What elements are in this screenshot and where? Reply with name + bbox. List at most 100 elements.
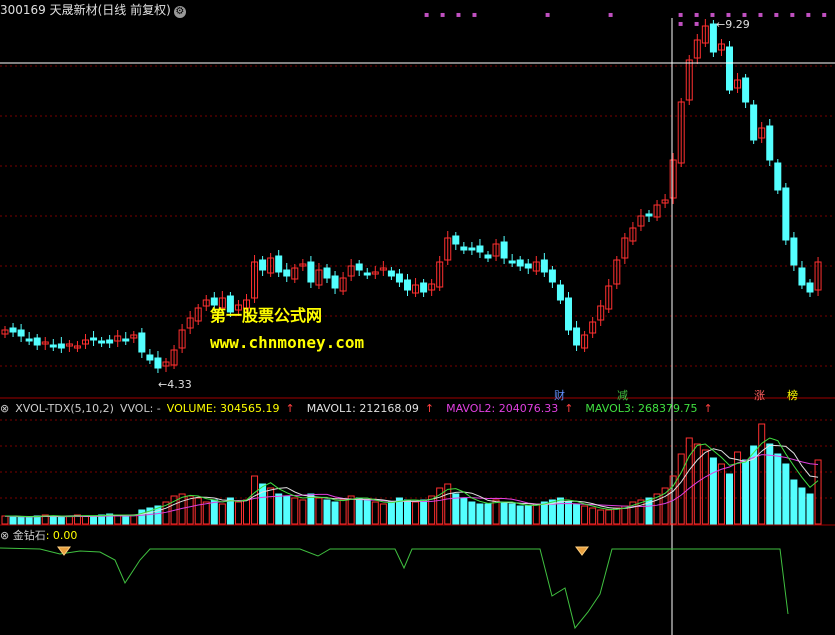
candlestick [9, 327, 17, 333]
mavol2-value: MAVOL2: 204076.33 ↑ [446, 402, 574, 415]
volume-bar [259, 483, 267, 525]
candlestick [774, 162, 782, 191]
volume-bar [782, 463, 790, 525]
candlestick [106, 339, 114, 344]
event-dots-4: ▪ ▪ ▪ ▪ ▪ ▪ ▪ ▪ ▪ ▪ ▪ ▪ [678, 10, 832, 28]
volume-bar [307, 493, 315, 525]
volume-bar [774, 453, 782, 525]
volume-bar [532, 503, 540, 525]
volume-bar [218, 503, 226, 525]
close-icon[interactable]: ⊗ [0, 402, 9, 415]
volume-bar [460, 497, 468, 525]
candlestick [508, 260, 516, 264]
candlestick [766, 125, 774, 161]
volume-bar [484, 503, 492, 525]
indicator-name[interactable]: XVOL-TDX(5,10,2) [15, 402, 114, 415]
volume-bar [387, 501, 395, 525]
candlestick [782, 187, 790, 241]
candlestick [468, 247, 476, 251]
volume-bar [315, 497, 323, 525]
candlestick [790, 237, 798, 266]
volume-bar [468, 501, 476, 525]
volume-bar [726, 473, 733, 525]
volume-bar [25, 516, 33, 525]
volume-bar [500, 501, 508, 525]
candlestick [798, 267, 806, 286]
event-reduce-label[interactable]: 减 [616, 387, 629, 403]
event-dots-2: ▪ [545, 10, 555, 19]
volume-bar [806, 493, 814, 525]
candlestick [645, 213, 653, 217]
mavol1-value: MAVOL1: 212168.09 ↑ [306, 402, 435, 415]
volume-bar [283, 495, 291, 525]
volume-bar [492, 499, 500, 525]
mavol1-line [5, 444, 819, 518]
candlestick [742, 77, 750, 103]
volume-bar [766, 443, 774, 525]
candlestick [420, 282, 428, 293]
event-dots-1: ▪ ▪ ▪ ▪ [424, 10, 482, 19]
candlestick [404, 279, 411, 291]
volume-bar [275, 493, 283, 525]
event-finance-label[interactable]: 财 [553, 387, 566, 403]
volume-bar [758, 423, 766, 525]
volume-bar [516, 505, 524, 525]
volume-bar [323, 499, 331, 525]
volume-bar [790, 479, 798, 525]
volume-bar [701, 449, 709, 525]
jzs-value: : 0.00 [45, 529, 78, 542]
candlestick [122, 338, 130, 342]
candlestick [565, 297, 572, 331]
candlestick [395, 273, 403, 283]
event-list-label[interactable]: 榜 [786, 387, 799, 403]
candlestick [275, 255, 283, 273]
volume-value: VOLUME: 304565.19 ↑ [166, 402, 295, 415]
candlestick [556, 284, 564, 301]
event-dots-3: ▪ [608, 10, 618, 19]
volume-bar [65, 515, 73, 525]
candlestick [540, 259, 548, 273]
volume-bar [605, 509, 613, 525]
volume-bar [476, 503, 484, 525]
mavol3-line [5, 437, 819, 518]
volume-bar [90, 515, 98, 525]
candlestick [500, 241, 508, 259]
volume-bar [355, 497, 363, 525]
candlestick [323, 267, 331, 279]
volume-bar [291, 497, 299, 525]
candlestick [750, 104, 758, 141]
candlestick [806, 282, 814, 293]
volume-bar [717, 463, 725, 525]
candlestick [25, 338, 33, 342]
stock-title-bar: 300169 天晟新材(日线 前复权) ⚙ [0, 1, 186, 18]
candlestick [307, 261, 315, 283]
candlestick [516, 259, 524, 267]
volume-bar [444, 483, 452, 525]
close-icon[interactable]: ⊗ [0, 529, 9, 542]
candlestick [331, 275, 339, 289]
jzs-name[interactable]: 金钻石 [13, 529, 46, 542]
chart-canvas[interactable] [0, 0, 835, 635]
volume-bar [589, 507, 597, 525]
candlestick [476, 245, 484, 253]
volume-bar [814, 459, 822, 525]
candlestick [573, 327, 581, 346]
candlestick [726, 46, 733, 91]
volume-bar [371, 501, 379, 525]
volume-bar [57, 516, 65, 525]
jzs-line [0, 547, 789, 630]
event-rise-label[interactable]: 涨 [753, 387, 766, 403]
volume-bar [742, 459, 750, 525]
diamond-icon [575, 546, 589, 556]
mavol3-value: MAVOL3: 268379.75 ↑ [585, 402, 713, 415]
gear-icon[interactable]: ⚙ [173, 6, 186, 18]
volume-bar [540, 501, 548, 525]
watermark-url[interactable]: www.chnmoney.com [210, 333, 364, 352]
volume-bar [420, 499, 428, 525]
low-price-label: ←4.33 [158, 378, 192, 391]
volume-bar [573, 503, 581, 525]
volume-bar [331, 501, 339, 525]
candlestick [548, 269, 556, 283]
candlestick [17, 329, 25, 337]
volume-bar [243, 499, 250, 525]
